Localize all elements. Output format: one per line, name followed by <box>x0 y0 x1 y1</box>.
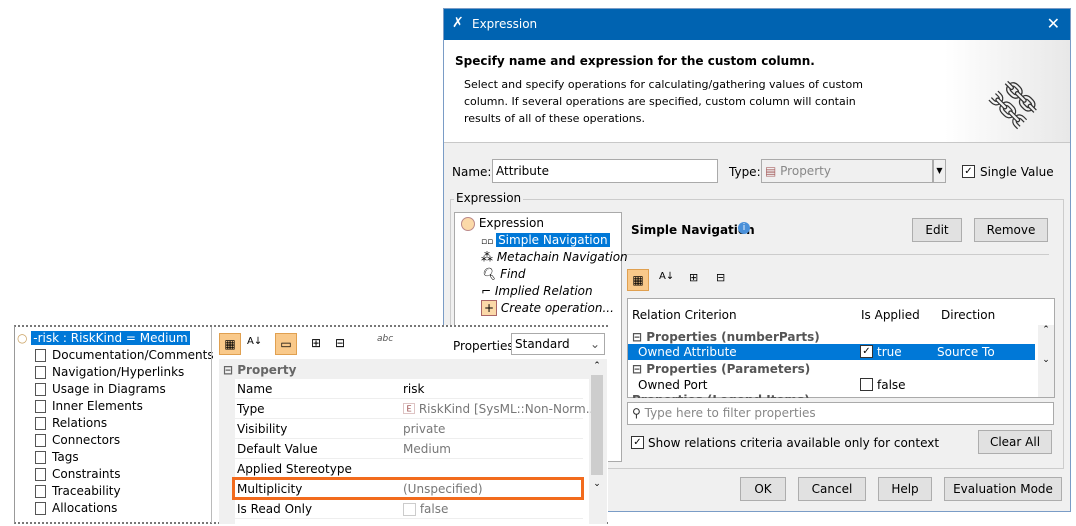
scrollbar[interactable]: ⌃ ⌄ <box>589 361 605 523</box>
single-value-label: Single Value <box>980 165 1054 179</box>
table-row[interactable]: Owned Port false <box>628 377 1035 393</box>
applied-checkbox[interactable] <box>860 378 873 391</box>
dialog-title: Expression <box>472 17 538 31</box>
type-dropdown-arrow[interactable]: ▼ <box>933 159 946 183</box>
spec-tree-item[interactable]: Constraints <box>15 466 211 483</box>
table-row[interactable]: Owned Attribute ✓ true Source To Target <box>628 344 1035 375</box>
divider <box>627 254 1049 255</box>
categorized-view-icon[interactable]: ▦ <box>627 269 649 291</box>
help-button[interactable]: Help <box>878 477 932 501</box>
sort-alpha-icon[interactable]: A↓ <box>247 336 262 347</box>
type-value: Property <box>780 164 831 178</box>
tree-item-metachain[interactable]: ⁂ Metachain Navigation <box>461 249 628 266</box>
single-value-checkbox[interactable]: ✓ <box>962 165 975 178</box>
spec-tree-item[interactable]: Usage in Diagrams <box>15 381 211 398</box>
filter-input[interactable]: ⚲ Type here to filter properties <box>627 402 1054 425</box>
search-icon: 🔍︎ <box>481 267 501 281</box>
specification-panel: ○ -risk : RiskKind = Medium Documentatio… <box>14 325 608 524</box>
evaluation-mode-button[interactable]: Evaluation Mode <box>944 477 1062 501</box>
splitter[interactable] <box>211 327 212 523</box>
type-select[interactable]: ▤ Property <box>761 159 933 183</box>
criteria-table: Relation Criterion Is Applied Direction … <box>627 298 1055 398</box>
expression-group-label: Expression <box>454 191 524 205</box>
property-row[interactable]: Default Value Medium <box>235 439 583 459</box>
app-icon: ✗ <box>452 15 464 31</box>
sort-alpha-icon[interactable]: A↓ <box>659 271 674 282</box>
tree-item-create[interactable]: + Create operation... <box>461 300 615 317</box>
close-button[interactable]: ✕ <box>1047 14 1060 33</box>
banner-heading: Specify name and expression for the cust… <box>455 54 815 68</box>
spec-tree-item[interactable]: Connectors <box>15 432 211 449</box>
properties-mode-select[interactable]: Standard ⌄ <box>511 333 605 355</box>
banner: Specify name and expression for the cust… <box>444 40 1070 143</box>
tree-item-find[interactable]: 🔍︎ Find <box>461 266 615 283</box>
property-row[interactable]: Applied Stereotype <box>235 459 583 479</box>
column-header[interactable]: Direction <box>941 307 995 323</box>
ok-button[interactable]: OK <box>740 477 786 501</box>
cancel-button[interactable]: Cancel <box>798 477 866 501</box>
spec-tree-item[interactable]: Traceability <box>15 483 211 500</box>
tree-item-implied-relation[interactable]: ⌐ Implied Relation <box>461 283 615 300</box>
search-icon: ⚲ <box>632 406 645 420</box>
info-icon[interactable]: i <box>738 222 750 234</box>
property-row[interactable]: Type 🄴 RiskKind [SysML::Non-Norm... <box>235 399 597 419</box>
chain-icon: ⛓ <box>980 69 1050 139</box>
scrollbar[interactable]: ⌃ ⌄ <box>1038 325 1054 397</box>
banner-description: Select and specify operations for calcul… <box>464 78 863 125</box>
type-label: Type: <box>729 165 761 179</box>
group-row[interactable]: ⊟ Properties (numberParts) <box>632 329 820 345</box>
clear-all-button[interactable]: Clear All <box>978 430 1052 454</box>
applied-checkbox[interactable]: ✓ <box>860 345 873 358</box>
collapse-all-icon[interactable]: ⊟ <box>716 271 725 284</box>
property-row[interactable]: Visibility private <box>235 419 583 439</box>
group-row[interactable]: ⊟ Properties (Parameters) <box>632 361 810 377</box>
spec-tree: ○ -risk : RiskKind = Medium Documentatio… <box>15 330 214 517</box>
collapse-all-icon[interactable]: ⊟ <box>335 336 345 350</box>
group-row[interactable]: ⊟ Property <box>223 361 296 379</box>
spec-tree-item[interactable]: Allocations <box>15 500 211 517</box>
tree-root[interactable]: Expression <box>461 215 615 232</box>
name-label: Name: <box>452 165 492 179</box>
context-only-checkbox[interactable]: ✓ <box>631 436 644 449</box>
tree-item-simple-navigation[interactable]: ▫▫ Simple Navigation <box>461 232 615 249</box>
description-toggle-icon[interactable]: ▭ <box>275 333 297 355</box>
property-row[interactable]: Is Read Only false <box>235 499 583 519</box>
group-row[interactable]: Properties (Legend Items) <box>632 392 810 398</box>
column-header[interactable]: Is Applied <box>861 307 920 323</box>
expand-all-icon[interactable]: ⊞ <box>689 271 698 284</box>
context-only-label: Show relations criteria available only f… <box>648 436 940 450</box>
property-grid: ⊟ Property Name risk Type 🄴 RiskKind [SysM… <box>219 359 607 524</box>
remove-button[interactable]: Remove <box>974 218 1048 242</box>
spec-tree-item[interactable]: Inner Elements <box>15 398 211 415</box>
property-row[interactable]: Name risk <box>235 379 583 399</box>
name-input[interactable]: Attribute <box>492 159 718 183</box>
spec-tree-item[interactable]: Documentation/Comments <box>15 347 214 364</box>
spec-tree-root[interactable]: ○ -risk : RiskKind = Medium <box>15 330 211 347</box>
title-bar: ✗ Expression ✕ <box>444 9 1070 40</box>
spelling-icon[interactable]: abc <box>377 334 393 344</box>
edit-button[interactable]: Edit <box>912 218 962 242</box>
expand-all-icon[interactable]: ⊞ <box>311 336 321 350</box>
property-rows: Name risk Type 🄴 RiskKind [SysML::Non-Norm… <box>232 379 597 524</box>
highlight-box <box>232 477 584 500</box>
spec-tree-item[interactable]: Tags <box>15 449 211 466</box>
column-header[interactable]: Relation Criterion <box>632 307 737 323</box>
categorized-view-icon[interactable]: ▦ <box>219 333 241 355</box>
properties-label: Properties: <box>453 339 518 353</box>
section-title: Simple Navigation <box>631 223 755 237</box>
spec-tree-item[interactable]: Navigation/Hyperlinks <box>15 364 211 381</box>
spec-tree-item[interactable]: Relations <box>15 415 211 432</box>
